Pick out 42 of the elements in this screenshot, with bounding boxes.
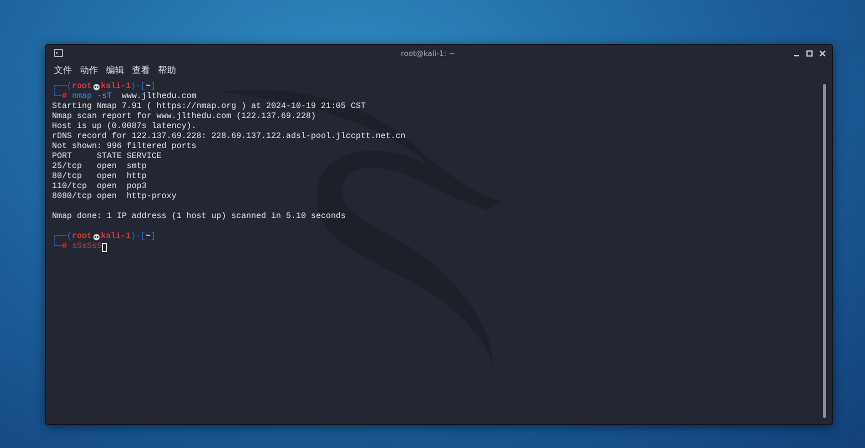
prompt-frame: )-[ (130, 232, 146, 242)
prompt-frame: └─ (52, 242, 62, 252)
output-line: 110/tcp open pop3 (52, 182, 147, 192)
prompt-symbol: # (62, 242, 67, 252)
command-argument: www.jlthedu.com (122, 92, 196, 102)
prompt-directory: ~ (146, 232, 151, 242)
skull-icon (92, 84, 100, 90)
command-option: -sT (96, 92, 112, 102)
terminal-icon (54, 49, 63, 57)
prompt-user: root (72, 82, 92, 92)
prompt-frame: └─ (52, 92, 62, 102)
menu-item[interactable]: 文件 (50, 63, 76, 78)
maximize-icon[interactable] (806, 50, 813, 56)
prompt-frame: )-[ (130, 82, 146, 92)
output-line: 80/tcp open http (52, 172, 147, 182)
skull-icon (92, 234, 100, 240)
output-line: PORT STATE SERVICE (52, 152, 162, 162)
scrollbar[interactable] (823, 84, 826, 418)
command-name: sSsSsS (72, 242, 102, 252)
menu-item[interactable]: 查看 (128, 63, 154, 78)
prompt-directory: ~ (146, 82, 151, 92)
prompt-frame: ┌──( (52, 232, 72, 242)
prompt-frame: ] (150, 82, 156, 92)
output-line: 25/tcp open smtp (52, 162, 147, 172)
prompt-frame: ┌──( (52, 82, 72, 92)
output-line: Not shown: 996 filtered ports (52, 142, 196, 152)
command-name: nmap (72, 92, 92, 102)
output-line: Nmap done: 1 IP address (1 host up) scanned in 5.10 seconds (52, 212, 346, 222)
output-line: Host is up (0.0087s latency). (52, 122, 196, 132)
close-icon[interactable] (819, 50, 826, 56)
prompt-host: kali-1 (100, 82, 131, 92)
output-line: rDNS record for 122.137.69.228: 228.69.137.122.adsl-pool.jlccptt.net.cn (52, 132, 406, 142)
menu-item[interactable]: 动作 (76, 63, 102, 78)
prompt-frame: ] (150, 232, 156, 242)
output-line: Starting Nmap 7.91 ( https://nmap.org ) at 2024-10-19 21:05 CST (52, 102, 366, 112)
output-line: 8080/tcp open http-proxy (52, 192, 176, 202)
menu-item[interactable]: 帮助 (154, 63, 180, 78)
prompt-host: kali-1 (100, 232, 131, 242)
prompt-symbol: # (62, 92, 67, 102)
menu-item[interactable]: 编辑 (102, 63, 128, 78)
output-line: Nmap scan report for www.jlthedu.com (122.137.69.228) (52, 112, 316, 122)
prompt-user: root (72, 232, 92, 242)
